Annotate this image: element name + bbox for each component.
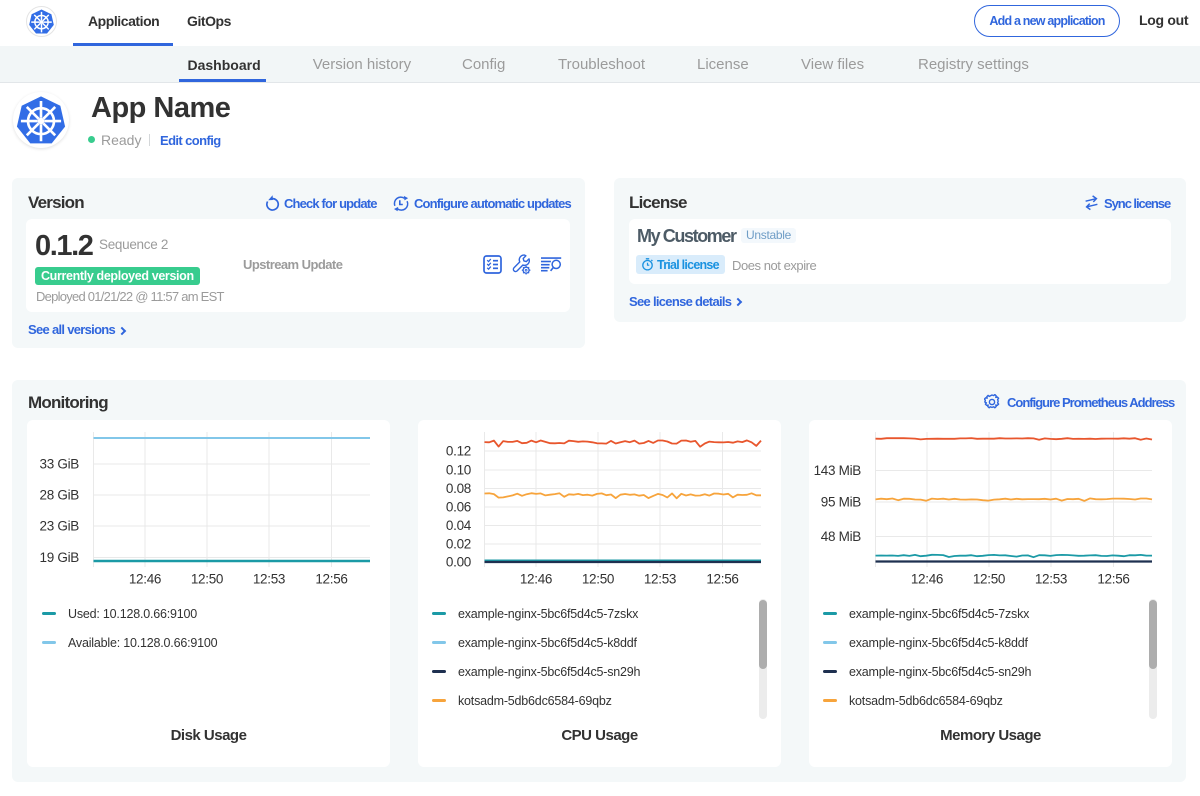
svg-text:12:56: 12:56 xyxy=(315,572,347,587)
svg-text:12:53: 12:53 xyxy=(644,572,676,587)
svg-text:0.04: 0.04 xyxy=(446,518,472,533)
svg-text:12:50: 12:50 xyxy=(582,572,614,587)
svg-text:12:50: 12:50 xyxy=(191,572,223,587)
svg-text:12:50: 12:50 xyxy=(973,572,1005,587)
svg-text:0.12: 0.12 xyxy=(446,444,471,459)
svg-text:0.02: 0.02 xyxy=(446,537,471,552)
svg-text:0.06: 0.06 xyxy=(446,500,471,515)
svg-text:143 MiB: 143 MiB xyxy=(814,463,862,478)
svg-text:12:46: 12:46 xyxy=(129,572,161,587)
svg-text:95 MiB: 95 MiB xyxy=(821,495,862,510)
svg-text:12:46: 12:46 xyxy=(911,572,943,587)
svg-text:12:53: 12:53 xyxy=(1035,572,1067,587)
svg-text:0.00: 0.00 xyxy=(446,555,471,570)
svg-text:19 GiB: 19 GiB xyxy=(40,550,80,565)
svg-text:33 GiB: 33 GiB xyxy=(40,457,80,472)
svg-text:0.10: 0.10 xyxy=(446,463,471,478)
svg-text:12:46: 12:46 xyxy=(520,572,552,587)
svg-text:28 GiB: 28 GiB xyxy=(40,488,80,503)
svg-text:48 MiB: 48 MiB xyxy=(821,529,862,544)
svg-text:0.08: 0.08 xyxy=(446,481,471,496)
svg-text:12:53: 12:53 xyxy=(253,572,285,587)
svg-text:12:56: 12:56 xyxy=(706,572,738,587)
svg-text:12:56: 12:56 xyxy=(1097,572,1129,587)
svg-text:23 GiB: 23 GiB xyxy=(40,519,80,534)
